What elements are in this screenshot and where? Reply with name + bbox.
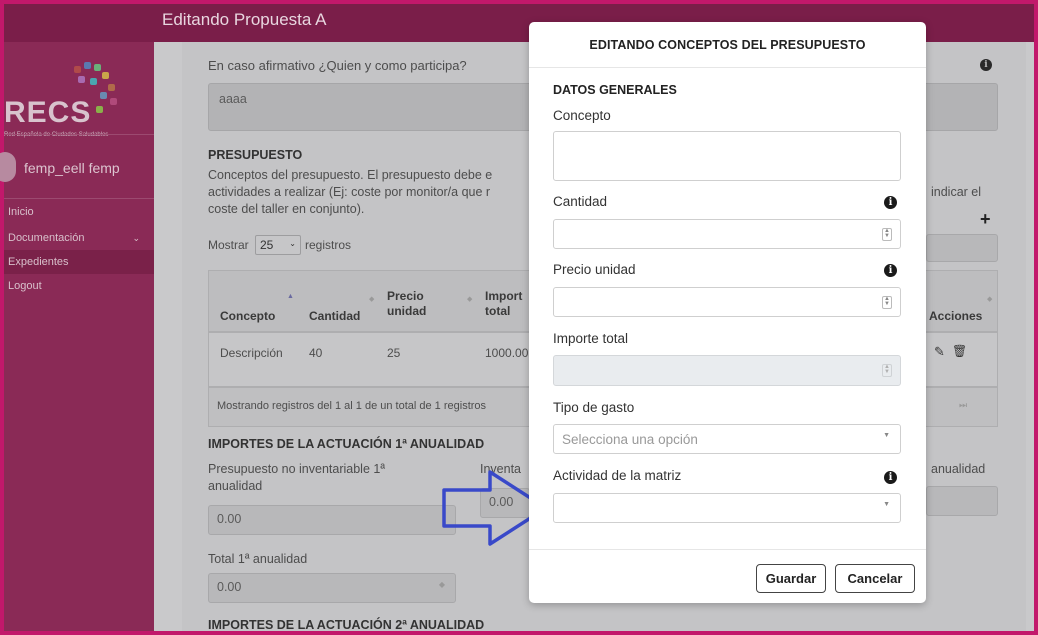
concepto-textarea[interactable] — [553, 131, 901, 181]
importes-1-heading: IMPORTES DE LA ACTUACIÓN 1ª ANUALIDAD — [208, 437, 485, 451]
importes-2-heading: IMPORTES DE LA ACTUACIÓN 2ª ANUALIDAD — [208, 618, 485, 632]
total-label: Total 1ª anualidad — [208, 552, 308, 566]
chevron-down-icon: ⌄ — [289, 239, 296, 248]
logo-dot — [108, 84, 115, 91]
logo-dot — [78, 76, 85, 83]
avatar — [0, 152, 16, 182]
chevron-down-icon: ⌄ — [132, 233, 140, 243]
sort-asc-icon[interactable]: ▲ — [287, 293, 294, 300]
column-header-concepto[interactable]: Concepto — [220, 309, 275, 324]
caret-down-icon: ▼ — [883, 501, 890, 508]
trash-icon[interactable]: 🗑 — [952, 344, 967, 358]
info-icon[interactable]: i — [884, 196, 897, 209]
cantidad-label: Cantidad — [553, 194, 608, 209]
total-value: 0.00 — [217, 580, 242, 594]
no-inventariable-input[interactable]: 0.00 — [208, 505, 456, 535]
info-icon[interactable]: i — [884, 264, 897, 277]
precio-unidad-label: Precio unidad — [553, 262, 636, 277]
no-inventariable-label: Presupuesto no inventariable 1ª anualida… — [208, 462, 385, 493]
sidebar-item-logout[interactable]: Logout — [4, 274, 154, 298]
precio-unidad-input[interactable]: ▲ ▼ — [553, 287, 901, 317]
logo-dot — [94, 64, 101, 71]
tipo-gasto-select[interactable]: Selecciona una opción ▼ — [553, 424, 901, 454]
sidebar-item-documentacion[interactable]: Documentación ⌄ — [4, 226, 154, 250]
column-header-acciones[interactable]: Acciones — [929, 309, 982, 324]
add-icon[interactable]: + — [980, 209, 991, 230]
no-inventariable-value: 0.00 — [217, 512, 242, 526]
total-input[interactable]: 0.00 ◆ — [208, 573, 456, 603]
table-search-input[interactable] — [926, 234, 998, 262]
column-header-importe-total[interactable]: Import total — [485, 289, 531, 321]
tipo-gasto-placeholder: Selecciona una opción — [562, 432, 698, 447]
cell-precio: 25 — [387, 346, 401, 360]
sidebar: RECS Red Española de Ciudades Saludables… — [0, 42, 154, 631]
tipo-gasto-label: Tipo de gasto — [553, 400, 635, 415]
presupuesto-description: Conceptos del presupuesto. El presupuest… — [208, 168, 493, 182]
number-spinner-icon[interactable]: ▲ ▼ — [882, 228, 892, 241]
participation-label: En caso afirmativo ¿Quien y como partici… — [208, 58, 467, 73]
sort-icon[interactable]: ◆ — [467, 295, 472, 303]
sort-icon[interactable]: ◆ — [369, 295, 374, 303]
page-size-value: 25 — [260, 238, 274, 252]
save-button[interactable]: Guardar — [756, 564, 826, 593]
importe-total-label: Importe total — [553, 331, 629, 346]
divider — [4, 198, 154, 199]
modal-footer: Guardar Cancelar — [529, 549, 926, 603]
presupuesto-heading: PRESUPUESTO — [208, 148, 303, 162]
sort-icon[interactable]: ◆ — [987, 295, 992, 303]
cell-cantidad: 40 — [309, 346, 323, 360]
logo-dot — [74, 66, 81, 73]
cantidad-input[interactable]: ▲ ▼ — [553, 219, 901, 249]
logo-dot — [96, 106, 103, 113]
logo-dot — [102, 72, 109, 79]
edit-icon[interactable]: ✎ — [934, 344, 945, 360]
cancel-button[interactable]: Cancelar — [835, 564, 915, 593]
info-icon[interactable]: i — [884, 471, 897, 484]
cell-concepto: Descripción — [220, 346, 283, 360]
participation-value: aaaa — [219, 92, 247, 106]
last-page-icon[interactable]: ⏭ — [959, 400, 967, 411]
importe-total-input: ▲ ▼ — [553, 355, 901, 386]
logo-dot — [84, 62, 91, 69]
table-info: Mostrando registros del 1 al 1 de un tot… — [217, 400, 487, 412]
edit-concept-modal: EDITANDO CONCEPTOS DEL PRESUPUESTO DATOS… — [529, 22, 926, 603]
sidebar-item-inicio[interactable]: Inicio — [4, 200, 154, 224]
caret-down-icon: ▼ — [883, 432, 890, 439]
user-name: femp_eell femp — [24, 160, 120, 176]
recs-logo: RECS Red Española de Ciudades Saludables — [4, 56, 154, 138]
section-title: DATOS GENERALES — [553, 83, 677, 97]
page-size-select[interactable]: 25 ⌄ — [255, 235, 301, 255]
records-label: registros — [305, 238, 352, 252]
logo-dot — [90, 78, 97, 85]
logo-dot — [110, 98, 117, 105]
spinner-icon: ◆ — [438, 580, 445, 589]
user-profile[interactable]: femp_eell femp — [0, 146, 154, 190]
column-header-cantidad[interactable]: Cantidad — [309, 309, 360, 324]
sidebar-item-expedientes[interactable]: Expedientes — [4, 250, 154, 274]
logo-subtitle: Red Española de Ciudades Saludables — [4, 132, 109, 138]
concepto-label: Concepto — [553, 108, 611, 123]
number-spinner-icon[interactable]: ▲ ▼ — [882, 296, 892, 309]
show-label: Mostrar — [208, 238, 249, 252]
sidebar-item-label: Documentación — [8, 232, 85, 244]
anualidad-input[interactable] — [926, 486, 998, 516]
column-header-precio-unidad[interactable]: Precio unidad — [387, 289, 435, 319]
cell-importe: 1000.00 — [485, 346, 529, 360]
divider — [4, 134, 154, 135]
presupuesto-description: actividades a realizar (Ej: coste por mo… — [208, 185, 491, 199]
logo-dot — [100, 92, 107, 99]
presupuesto-description: coste del taller en conjunto). — [208, 202, 365, 216]
number-spinner-icon: ▲ ▼ — [882, 364, 892, 377]
page-title: Editando Propuesta A — [162, 10, 327, 29]
actividad-label: Actividad de la matriz — [553, 468, 682, 483]
modal-header: EDITANDO CONCEPTOS DEL PRESUPUESTO — [529, 22, 926, 68]
logo-text: RECS — [4, 96, 92, 129]
info-icon: i — [980, 59, 992, 71]
actividad-select[interactable]: ▼ — [553, 493, 901, 523]
anualidad-label: anualidad — [931, 462, 986, 476]
presupuesto-description: indicar el — [931, 185, 982, 199]
modal-title: EDITANDO CONCEPTOS DEL PRESUPUESTO — [589, 38, 866, 52]
